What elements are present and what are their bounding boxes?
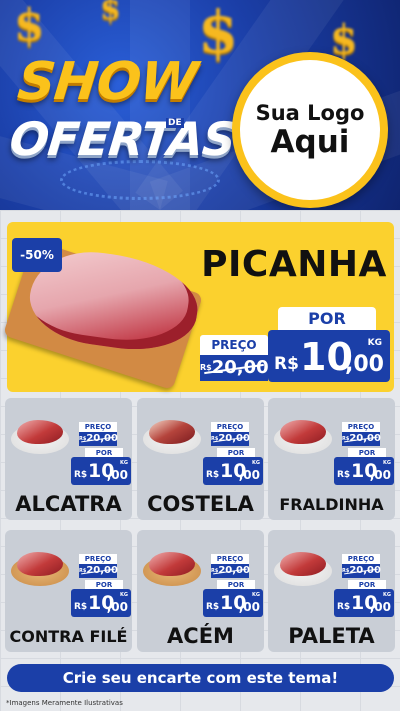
old-price-label: PREÇO bbox=[79, 422, 117, 432]
title-de: DE bbox=[166, 118, 184, 128]
price-unit: KG bbox=[383, 592, 391, 598]
price-unit: KG bbox=[367, 338, 382, 348]
old-price-label: PREÇO bbox=[200, 335, 268, 355]
new-price: R$ 10 KG ,00 bbox=[203, 589, 263, 617]
meat-image bbox=[149, 552, 195, 576]
price-decimal: ,00 bbox=[106, 600, 128, 614]
new-price: R$ 10 KG ,00 bbox=[71, 589, 131, 617]
new-price: R$ 10 KG ,00 bbox=[334, 589, 394, 617]
product-card[interactable]: PREÇO R$20,00 POR R$10KG,00 ACÉM bbox=[137, 530, 264, 652]
new-price: R$ 10 KG ,00 bbox=[334, 457, 394, 485]
price-currency: R$ bbox=[337, 470, 351, 480]
product-card[interactable]: PREÇO R$20,00 POR R$10KG,00 COSTELA bbox=[137, 398, 264, 520]
title-ofertas: OFERTAS bbox=[7, 112, 238, 166]
discount-badge: -50% bbox=[12, 238, 62, 272]
old-price-label: PREÇO bbox=[342, 554, 380, 564]
product-card[interactable]: PREÇO R$20,00 POR R$10KG,00 CONTRA FILÉ bbox=[5, 530, 132, 652]
price-decimal: ,00 bbox=[369, 468, 391, 482]
price-unit: KG bbox=[252, 460, 260, 466]
new-price: R$ 10 KG ,00 bbox=[71, 457, 131, 485]
new-price-label: POR bbox=[278, 307, 376, 331]
header-banner: $ $ $ $ SHOW OFERTAS DE Sua Logo Aqui bbox=[0, 0, 400, 210]
featured-product-name: PICANHA bbox=[201, 244, 387, 285]
new-price: R$ 10 KG ,00 bbox=[203, 457, 263, 485]
price-currency: R$ bbox=[337, 602, 351, 612]
old-price: R$20,00 bbox=[79, 432, 118, 446]
old-price: R$20,00 bbox=[211, 432, 250, 446]
old-price-label: PREÇO bbox=[342, 422, 380, 432]
price-unit: KG bbox=[383, 460, 391, 466]
price-decimal: ,00 bbox=[106, 468, 128, 482]
price-decimal: ,00 bbox=[238, 468, 260, 482]
cta-button[interactable]: Crie seu encarte com este tema! bbox=[7, 664, 394, 692]
price-unit: KG bbox=[120, 460, 128, 466]
price-decimal: ,00 bbox=[345, 352, 384, 377]
price-unit: KG bbox=[120, 592, 128, 598]
product-name: PALETA bbox=[288, 624, 375, 648]
logo-placeholder[interactable]: Sua Logo Aqui bbox=[232, 52, 388, 208]
meat-image bbox=[280, 420, 326, 444]
stage-ring bbox=[60, 160, 220, 200]
old-price-label: PREÇO bbox=[79, 554, 117, 564]
meat-image bbox=[17, 552, 63, 576]
dollar-icon: $ bbox=[14, 0, 45, 51]
logo-text-line2: Aqui bbox=[270, 123, 350, 160]
product-name: ACÉM bbox=[167, 624, 234, 648]
meat-image bbox=[149, 420, 195, 444]
meat-image bbox=[17, 420, 63, 444]
dollar-icon: $ bbox=[100, 0, 121, 27]
price-decimal: ,00 bbox=[238, 600, 260, 614]
product-name: COSTELA bbox=[147, 492, 254, 516]
disclaimer-text: *Imagens Meramente Ilustrativas bbox=[6, 699, 123, 707]
old-price: R$20,00 bbox=[79, 564, 118, 578]
title-show: SHOW bbox=[14, 52, 200, 112]
price-currency: R$ bbox=[74, 470, 88, 480]
price-currency: R$ bbox=[206, 602, 220, 612]
price-decimal: ,00 bbox=[369, 600, 391, 614]
dollar-icon: $ bbox=[198, 0, 239, 66]
product-card[interactable]: PREÇO R$20,00 POR R$10KG,00 PALETA bbox=[268, 530, 395, 652]
old-price: R$20,00 bbox=[211, 564, 250, 578]
old-price: R$20,00 bbox=[200, 355, 269, 381]
old-price: R$20,00 bbox=[342, 564, 381, 578]
logo-text-line1: Sua Logo bbox=[255, 100, 365, 125]
product-card[interactable]: PREÇO R$20,00 POR R$10KG,00 ALCATRA bbox=[5, 398, 132, 520]
old-price-label: PREÇO bbox=[211, 554, 249, 564]
new-price: R$ 10 KG ,00 bbox=[268, 330, 390, 382]
price-currency: R$ bbox=[74, 602, 88, 612]
price-currency: R$ bbox=[206, 470, 220, 480]
old-price-label: PREÇO bbox=[211, 422, 249, 432]
product-name: ALCATRA bbox=[15, 492, 122, 516]
product-name: CONTRA FILÉ bbox=[9, 627, 128, 646]
meat-image bbox=[280, 552, 326, 576]
product-card[interactable]: PREÇO R$20,00 POR R$10KG,00 FRALDINHA bbox=[268, 398, 395, 520]
product-name: FRALDINHA bbox=[279, 495, 384, 514]
old-price: R$20,00 bbox=[342, 432, 381, 446]
price-unit: KG bbox=[252, 592, 260, 598]
price-currency: R$ bbox=[274, 354, 299, 374]
